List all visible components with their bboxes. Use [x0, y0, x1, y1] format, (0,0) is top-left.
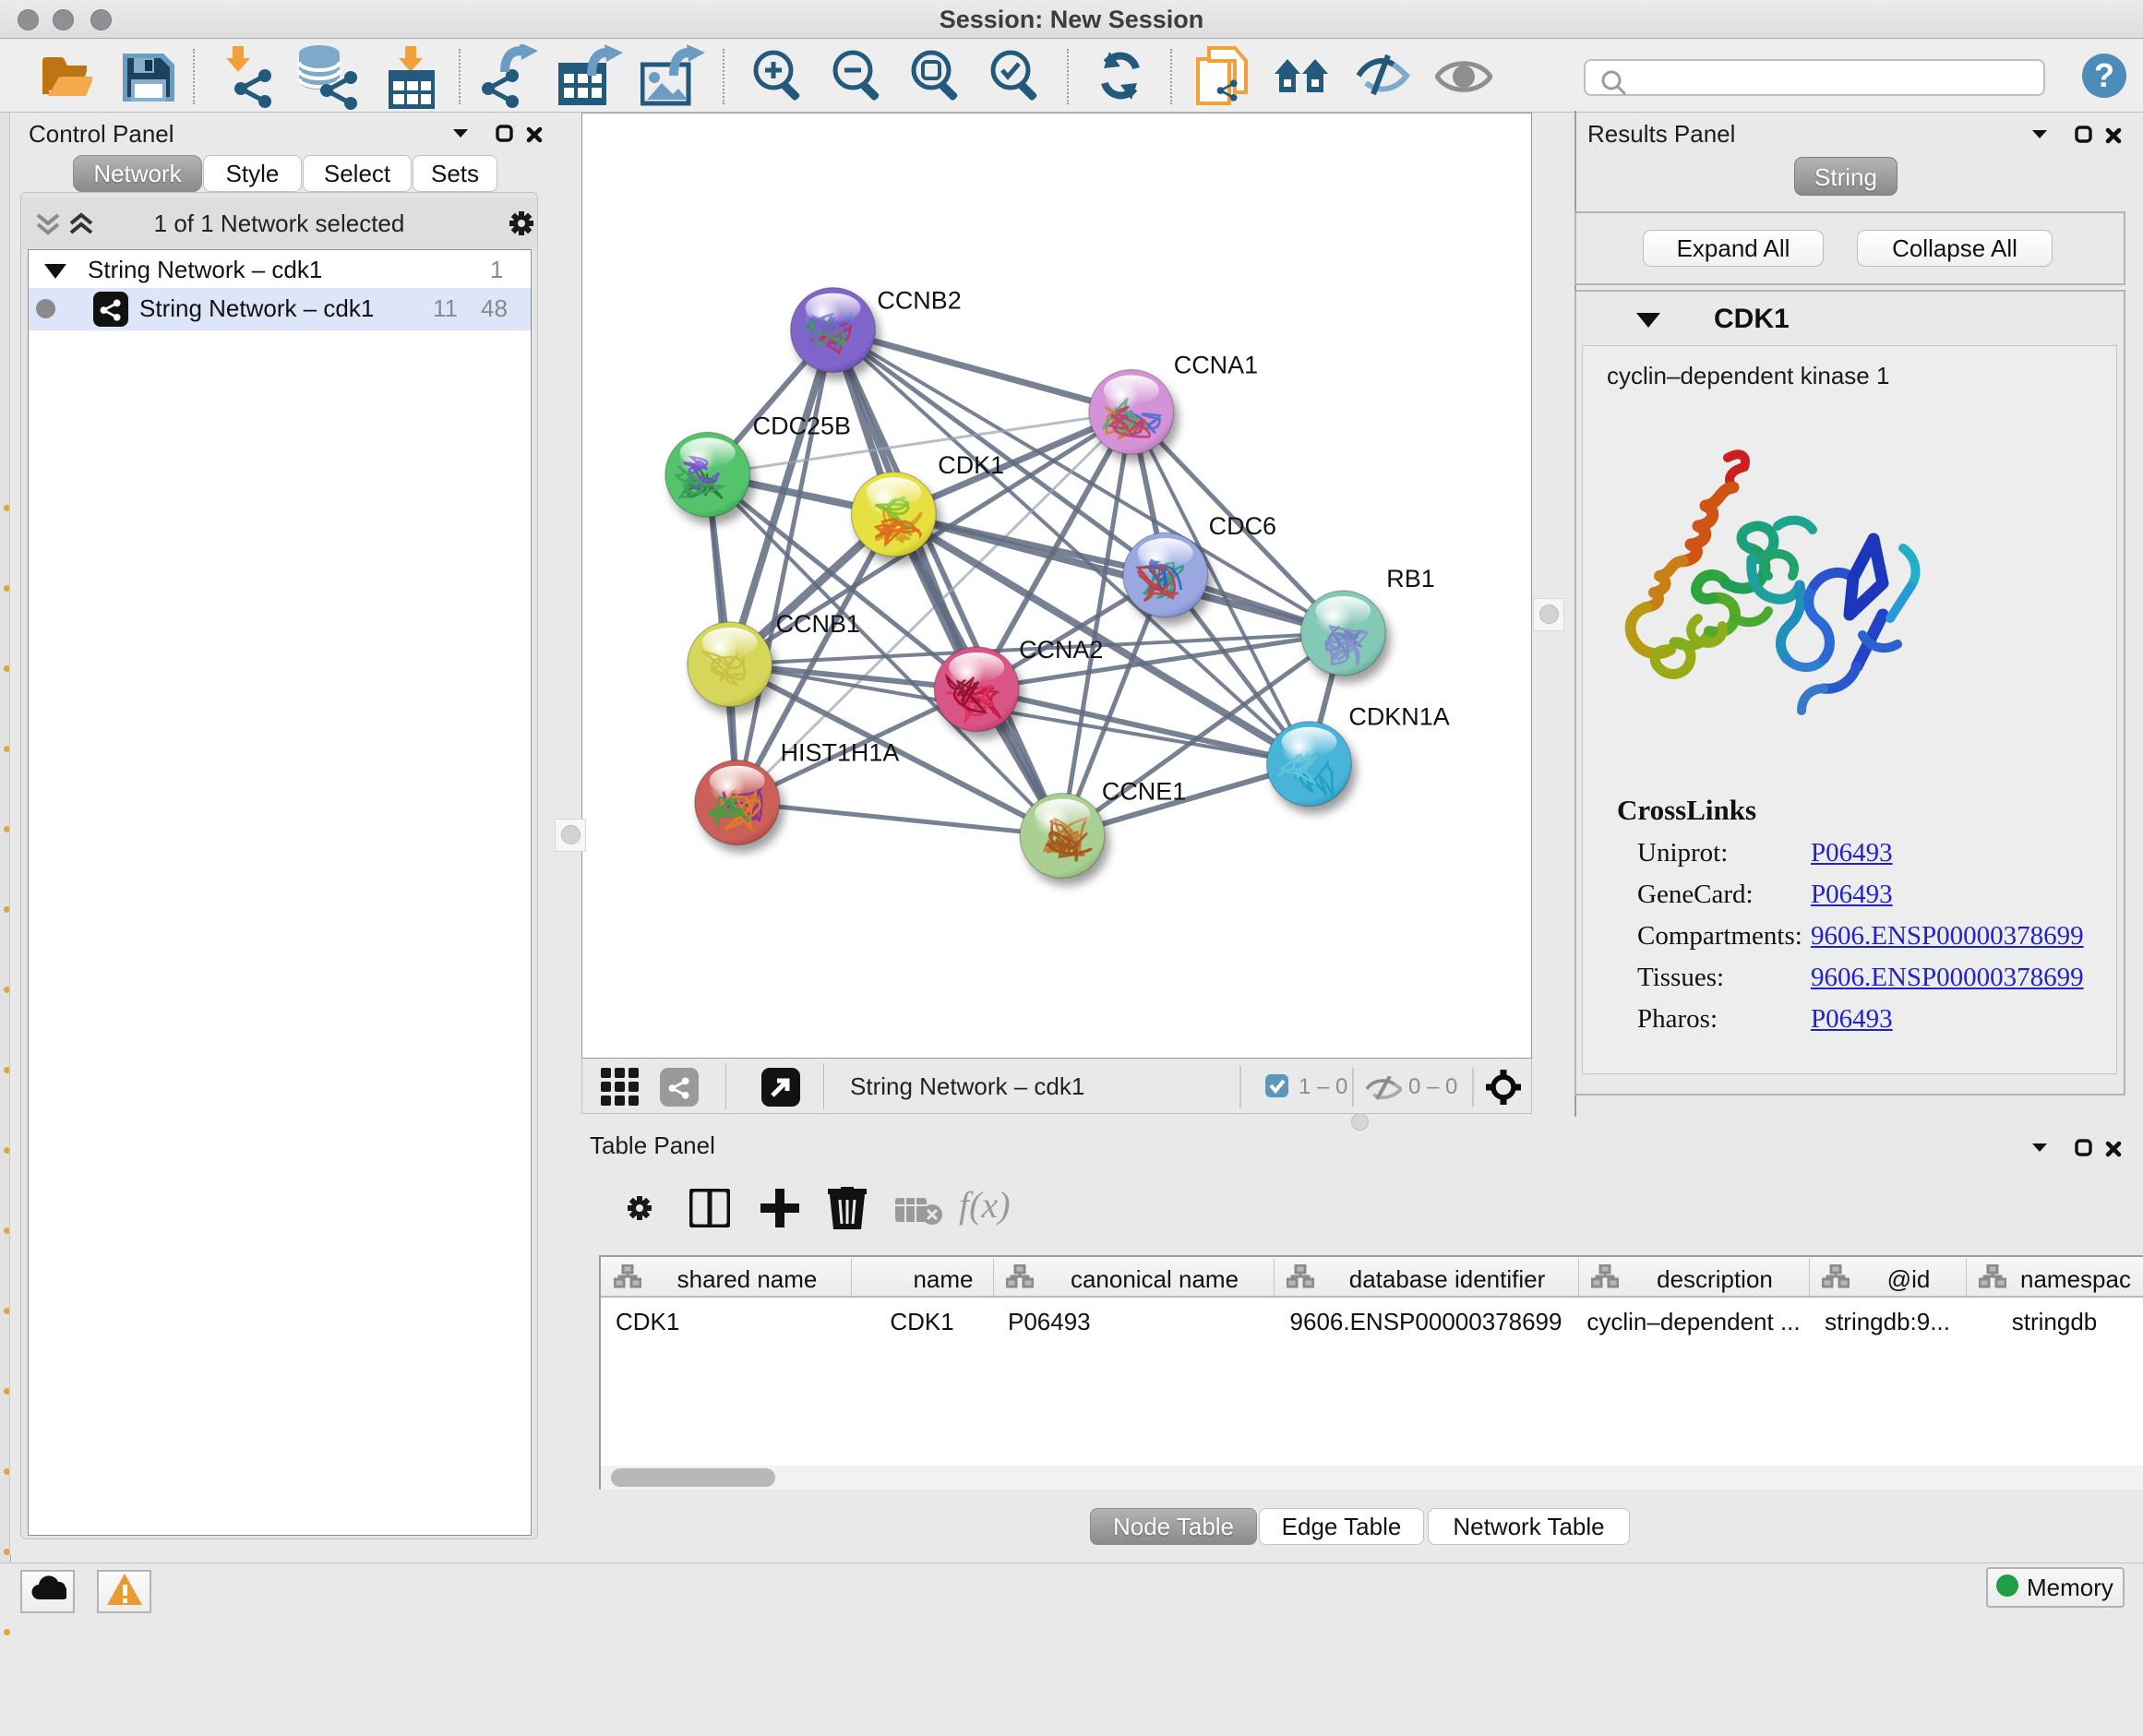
- svg-text:HIST1H1A: HIST1H1A: [781, 739, 900, 767]
- svg-text:CDK1: CDK1: [938, 451, 1004, 479]
- svg-text:CDKN1A: CDKN1A: [1348, 703, 1449, 731]
- svg-text:CCNA1: CCNA1: [1174, 351, 1258, 378]
- svg-text:CCNB2: CCNB2: [877, 287, 961, 315]
- svg-text:RB1: RB1: [1386, 565, 1434, 593]
- svg-text:?: ?: [2094, 56, 2114, 94]
- svg-text:CCNE1: CCNE1: [1102, 778, 1186, 806]
- svg-text:CCNB1: CCNB1: [776, 610, 860, 638]
- svg-text:CDC25B: CDC25B: [753, 412, 851, 439]
- svg-text:CDC6: CDC6: [1209, 512, 1276, 540]
- svg-text:CCNA2: CCNA2: [1019, 636, 1103, 664]
